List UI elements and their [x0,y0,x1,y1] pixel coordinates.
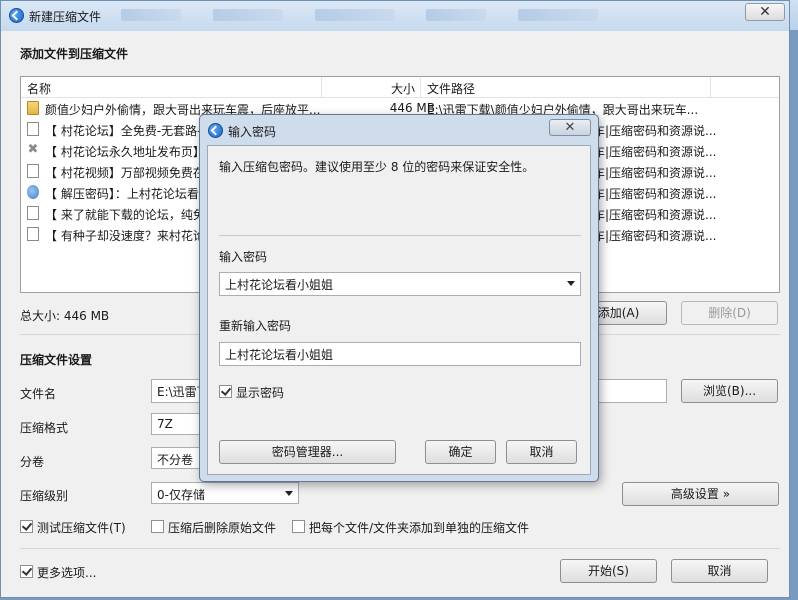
row-path: 车|压缩密码和资源说... [593,208,717,222]
x-icon: ✖ [27,142,39,157]
blurred-item [518,9,599,21]
app-logo-icon [9,8,24,23]
password-label: 输入密码 [219,250,268,264]
document-icon [27,122,39,136]
folder-icon [27,101,39,115]
blurred-item [212,9,283,21]
column-separator [420,77,421,97]
row-path: 车|压缩密码和资源说... [593,187,717,201]
window-close-button[interactable]: ✕ [745,3,785,21]
blurred-taskbar-items [121,9,729,23]
column-separator [321,77,322,97]
level-label: 压缩级别 [20,489,69,503]
show-password-label: 显示密码 [236,386,285,400]
separate-archives-checkbox[interactable] [292,520,305,533]
filename-label: 文件名 [20,387,57,401]
more-options-checkbox[interactable] [20,565,33,578]
settings-section-title: 压缩文件设置 [20,353,93,367]
start-button[interactable]: 开始(S) [560,559,657,583]
ok-button[interactable]: 确定 [425,440,496,464]
row-path: 车|压缩密码和资源说... [593,145,717,159]
password-dialog: 输入密码 ✕ 输入压缩包密码。建议使用至少 8 位的密码来保证安全性。 输入密码… [199,114,599,482]
document-icon [27,227,39,241]
column-header-size[interactable]: 大小 [381,80,415,97]
total-size: 总大小: 446 MB [20,309,110,323]
format-label: 压缩格式 [20,421,69,435]
show-password-checkbox[interactable] [219,385,232,398]
delete-button[interactable]: 删除(D) [681,301,778,325]
document-icon [27,206,39,220]
blurred-item [121,9,181,21]
blurred-item [426,9,487,21]
document-icon [27,164,39,178]
row-path: 车|压缩密码和资源说... [593,124,717,138]
separate-archives-label: 把每个文件/文件夹添加到单独的压缩文件 [309,521,530,535]
row-path: 车|压缩密码和资源说... [593,166,717,180]
delete-after-checkbox[interactable] [151,520,164,533]
blurred-item [314,9,395,21]
test-archive-checkbox[interactable] [20,520,33,533]
browse-button[interactable]: 浏览(B)... [681,379,778,403]
more-options-label: 更多选项... [37,566,97,580]
row-path: 车|压缩密码和资源说... [593,229,717,243]
column-header-name[interactable]: 名称 [27,80,51,97]
dialog-cancel-button[interactable]: 取消 [506,440,577,464]
app-logo-icon [208,123,223,138]
split-label: 分卷 [20,455,45,469]
password-description: 输入压缩包密码。建议使用至少 8 位的密码来保证安全性。 [219,160,535,174]
window-title: 新建压缩文件 [29,10,102,24]
list-header: 名称 大小 文件路径 [21,77,779,98]
dialog-titlebar: 输入密码 ✕ [200,115,598,143]
column-separator [710,77,711,97]
image-icon [27,185,39,199]
divider [219,235,581,236]
level-select[interactable]: 0-仅存储 [151,482,299,504]
confirm-password-input[interactable]: 上村花论坛看小姐姐 [219,342,581,366]
dialog-body: 输入压缩包密码。建议使用至少 8 位的密码来保证安全性。 输入密码 上村花论坛看… [207,145,591,475]
row-size: 446 MB [389,101,435,115]
dialog-title: 输入密码 [228,125,277,139]
divider [20,548,780,549]
dialog-close-button[interactable]: ✕ [549,119,591,136]
confirm-password-label: 重新输入密码 [219,319,292,333]
delete-after-label: 压缩后删除原始文件 [168,521,277,535]
advanced-settings-button[interactable]: 高级设置 » [622,482,779,506]
test-archive-label: 测试压缩文件(T) [37,521,126,535]
main-titlebar: 新建压缩文件 ✕ [1,1,789,31]
cancel-button[interactable]: 取消 [671,559,768,583]
password-input[interactable]: 上村花论坛看小姐姐 [219,272,581,296]
password-manager-button[interactable]: 密码管理器... [219,440,396,464]
column-header-path[interactable]: 文件路径 [427,80,475,97]
files-section-title: 添加文件到压缩文件 [20,47,129,61]
